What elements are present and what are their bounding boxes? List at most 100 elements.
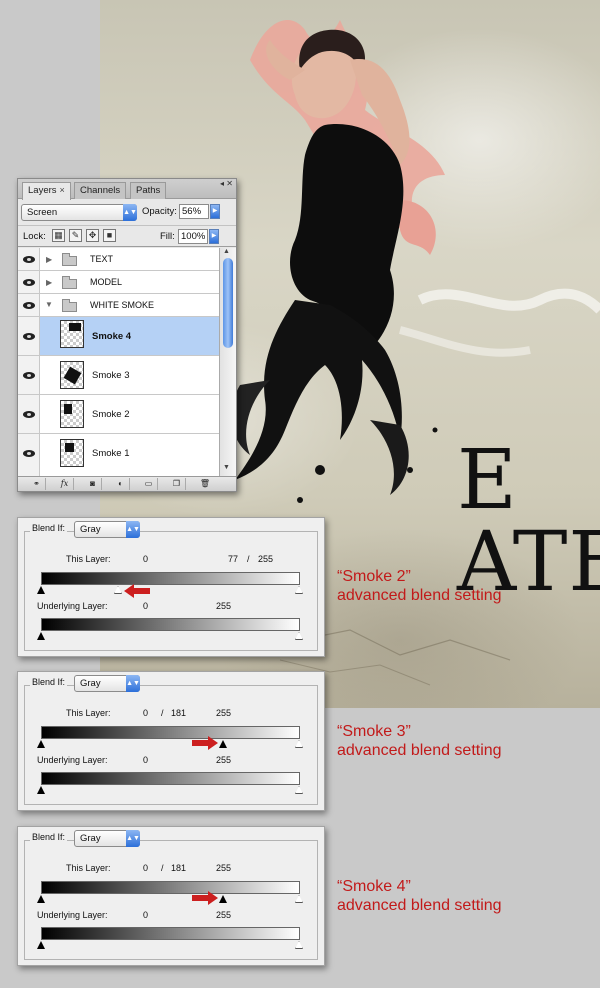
layer-thumbnail: [60, 361, 84, 389]
underlying-gradient-slider[interactable]: [41, 927, 300, 940]
blend-if-label: Blend If:: [30, 832, 68, 842]
blend-if-label: Blend If:: [30, 677, 68, 687]
caption-subtitle: advanced blend setting: [337, 897, 502, 914]
fill-label: Fill:: [160, 231, 175, 242]
this-layer-white-value: 255: [258, 554, 274, 564]
caption-smoke-3: “Smoke 3” advanced blend setting: [337, 722, 502, 760]
lock-fill-row: Lock: ▦ ✎ ✥ ■ Fill: 100% ▶: [18, 225, 236, 247]
underlying-black-value: 0: [143, 601, 149, 611]
visibility-eye-icon[interactable]: [18, 271, 40, 293]
close-icon[interactable]: ×: [60, 185, 65, 195]
underlying-black-value: 0: [143, 910, 149, 920]
visibility-eye-icon[interactable]: [18, 248, 40, 270]
blend-if-group: [24, 531, 318, 651]
lock-position-icon[interactable]: ✥: [86, 229, 99, 242]
group-name: WHITE SMOKE: [90, 300, 155, 310]
tab-paths-label: Paths: [136, 185, 161, 196]
caption-smoke-2: “Smoke 2” advanced blend setting: [337, 567, 502, 605]
layer-row-smoke-4[interactable]: Smoke 4: [18, 317, 219, 356]
opacity-label: Opacity:: [142, 206, 177, 217]
trash-icon[interactable]: 🗑: [196, 478, 214, 490]
red-arrow-icon: [192, 736, 218, 750]
this-layer-black-value: 0: [143, 863, 149, 873]
this-layer-label: This Layer:: [66, 863, 111, 873]
this-layer-gradient-slider[interactable]: [41, 881, 300, 894]
layer-row-smoke-2[interactable]: Smoke 2: [18, 395, 219, 434]
layer-name: Smoke 3: [92, 370, 130, 381]
visibility-eye-icon[interactable]: [18, 395, 40, 433]
new-layer-icon[interactable]: ❐: [168, 478, 186, 490]
adjustment-icon[interactable]: ◐: [112, 478, 130, 490]
select-arrow-icon: ▲▼: [126, 830, 140, 847]
underlying-white-value: 255: [216, 601, 232, 611]
select-arrow-icon: ▲▼: [126, 675, 140, 692]
this-layer-white-value: 255: [216, 708, 232, 718]
this-layer-gradient-slider[interactable]: [41, 572, 300, 585]
lock-all-icon[interactable]: ■: [103, 229, 116, 242]
expand-triangle-icon[interactable]: ▶: [46, 255, 52, 264]
lock-image-icon[interactable]: ✎: [69, 229, 82, 242]
tab-channels[interactable]: Channels: [74, 182, 127, 199]
underlying-black-value: 0: [143, 755, 149, 765]
tab-layers[interactable]: Layers ×: [22, 182, 71, 200]
red-arrow-icon: [192, 891, 218, 905]
this-layer-black-high-value: 181: [171, 708, 187, 718]
fill-field[interactable]: 100%: [178, 229, 208, 244]
this-layer-black-value: 0: [143, 708, 149, 718]
folder-icon: [62, 253, 77, 266]
layer-thumbnail: [60, 439, 84, 467]
underlying-gradient-slider[interactable]: [41, 772, 300, 785]
scroll-down-icon[interactable]: ▼: [223, 464, 230, 471]
blend-if-panel-smoke-2: Blend If: Gray ▲▼ This Layer: 0 77 / 255…: [17, 517, 325, 657]
layer-group-text[interactable]: ▶ TEXT: [18, 248, 219, 271]
this-layer-gradient-slider[interactable]: [41, 726, 300, 739]
layers-list: ▶ TEXT ▶ MODEL ▼ WHITE SMOKE Smoke 4 Smo…: [18, 248, 219, 476]
blend-if-panel-smoke-4: Blend If: Gray ▲▼ This Layer: 0 / 181 25…: [17, 826, 325, 966]
fill-stepper-icon[interactable]: ▶: [209, 229, 219, 244]
caption-smoke-4: “Smoke 4” advanced blend setting: [337, 877, 502, 915]
underlying-layer-label: Underlying Layer:: [37, 601, 108, 611]
blend-if-channel-select[interactable]: Gray ▲▼: [74, 830, 140, 847]
fx-icon[interactable]: fx: [56, 478, 74, 490]
layer-row-smoke-1[interactable]: Smoke 1: [18, 434, 219, 476]
folder-icon[interactable]: ▭: [140, 478, 158, 490]
expand-triangle-icon[interactable]: ▶: [46, 278, 52, 287]
blend-mode-select[interactable]: Screen ▲▼: [21, 204, 137, 221]
layer-group-model[interactable]: ▶ MODEL: [18, 271, 219, 294]
collapse-triangle-icon[interactable]: ▼: [45, 300, 53, 309]
this-layer-label: This Layer:: [66, 554, 111, 564]
panel-tab-bar: Layers × Channels Paths ◂ ✕: [18, 179, 236, 200]
red-arrow-icon: [124, 584, 150, 598]
layer-name: Smoke 2: [92, 409, 130, 420]
panel-menu-icon[interactable]: ◂ ✕: [220, 180, 233, 188]
blend-mode-value: Screen: [27, 207, 58, 218]
layer-thumbnail: [60, 400, 84, 428]
lock-label: Lock:: [23, 231, 46, 242]
layer-name: Smoke 4: [92, 331, 132, 342]
caption-subtitle: advanced blend setting: [337, 742, 502, 759]
scroll-thumb[interactable]: [223, 258, 233, 348]
this-layer-label: This Layer:: [66, 708, 111, 718]
lock-transparent-icon[interactable]: ▦: [52, 229, 65, 242]
link-icon[interactable]: ⚭: [28, 478, 46, 490]
blend-if-channel-select[interactable]: Gray ▲▼: [74, 675, 140, 692]
visibility-eye-icon[interactable]: [18, 356, 40, 394]
tab-paths[interactable]: Paths: [130, 182, 167, 199]
value-separator: /: [247, 554, 250, 564]
mask-icon[interactable]: ◙: [84, 478, 102, 490]
underlying-gradient-slider[interactable]: [41, 618, 300, 631]
underlying-white-value: 255: [216, 910, 232, 920]
opacity-field[interactable]: 56%: [179, 204, 209, 219]
visibility-eye-icon[interactable]: [18, 294, 40, 316]
visibility-eye-icon[interactable]: [18, 317, 40, 355]
blend-if-group: [24, 840, 318, 960]
layer-name: Smoke 1: [92, 448, 130, 459]
scroll-up-icon[interactable]: ▲: [223, 248, 230, 255]
blend-if-channel-select[interactable]: Gray ▲▼: [74, 521, 140, 538]
layer-group-white-smoke[interactable]: ▼ WHITE SMOKE: [18, 294, 219, 317]
opacity-stepper-icon[interactable]: ▶: [210, 204, 220, 219]
layers-scrollbar[interactable]: ▲ ▼: [219, 248, 236, 476]
visibility-eye-icon[interactable]: [18, 434, 40, 476]
layer-row-smoke-3[interactable]: Smoke 3: [18, 356, 219, 395]
underlying-layer-label: Underlying Layer:: [37, 755, 108, 765]
